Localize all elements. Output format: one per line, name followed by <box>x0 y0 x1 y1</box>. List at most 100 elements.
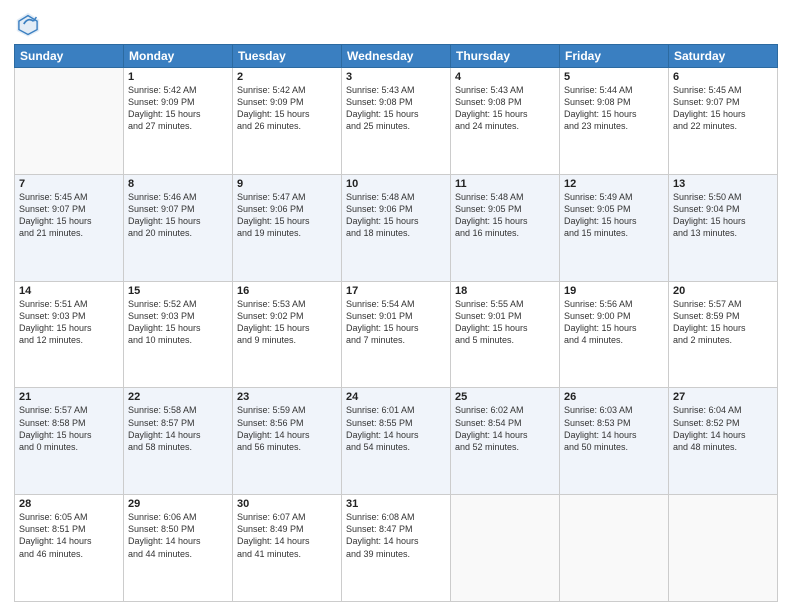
day-number: 20 <box>673 285 773 297</box>
calendar-cell: 25Sunrise: 6:02 AM Sunset: 8:54 PM Dayli… <box>451 388 560 495</box>
day-number: 13 <box>673 178 773 190</box>
day-info: Sunrise: 6:03 AM Sunset: 8:53 PM Dayligh… <box>564 404 664 453</box>
col-header-sunday: Sunday <box>15 45 124 68</box>
day-info: Sunrise: 6:06 AM Sunset: 8:50 PM Dayligh… <box>128 511 228 560</box>
calendar-week-row: 7Sunrise: 5:45 AM Sunset: 9:07 PM Daylig… <box>15 174 778 281</box>
col-header-wednesday: Wednesday <box>342 45 451 68</box>
day-number: 1 <box>128 71 228 83</box>
calendar-cell: 30Sunrise: 6:07 AM Sunset: 8:49 PM Dayli… <box>233 495 342 602</box>
day-number: 21 <box>19 391 119 403</box>
day-number: 7 <box>19 178 119 190</box>
calendar-cell: 4Sunrise: 5:43 AM Sunset: 9:08 PM Daylig… <box>451 68 560 175</box>
calendar-week-row: 21Sunrise: 5:57 AM Sunset: 8:58 PM Dayli… <box>15 388 778 495</box>
day-info: Sunrise: 5:52 AM Sunset: 9:03 PM Dayligh… <box>128 298 228 347</box>
day-info: Sunrise: 6:04 AM Sunset: 8:52 PM Dayligh… <box>673 404 773 453</box>
day-number: 5 <box>564 71 664 83</box>
day-number: 18 <box>455 285 555 297</box>
day-number: 25 <box>455 391 555 403</box>
day-number: 8 <box>128 178 228 190</box>
col-header-thursday: Thursday <box>451 45 560 68</box>
calendar-cell: 16Sunrise: 5:53 AM Sunset: 9:02 PM Dayli… <box>233 281 342 388</box>
day-number: 2 <box>237 71 337 83</box>
header <box>14 10 778 38</box>
calendar-week-row: 14Sunrise: 5:51 AM Sunset: 9:03 PM Dayli… <box>15 281 778 388</box>
logo-icon <box>14 10 42 38</box>
day-info: Sunrise: 5:42 AM Sunset: 9:09 PM Dayligh… <box>128 84 228 133</box>
day-number: 26 <box>564 391 664 403</box>
calendar-cell: 2Sunrise: 5:42 AM Sunset: 9:09 PM Daylig… <box>233 68 342 175</box>
day-number: 4 <box>455 71 555 83</box>
col-header-saturday: Saturday <box>669 45 778 68</box>
calendar-cell: 5Sunrise: 5:44 AM Sunset: 9:08 PM Daylig… <box>560 68 669 175</box>
day-info: Sunrise: 5:50 AM Sunset: 9:04 PM Dayligh… <box>673 191 773 240</box>
day-number: 14 <box>19 285 119 297</box>
calendar-cell: 28Sunrise: 6:05 AM Sunset: 8:51 PM Dayli… <box>15 495 124 602</box>
calendar-cell: 22Sunrise: 5:58 AM Sunset: 8:57 PM Dayli… <box>124 388 233 495</box>
day-info: Sunrise: 6:05 AM Sunset: 8:51 PM Dayligh… <box>19 511 119 560</box>
calendar-cell: 9Sunrise: 5:47 AM Sunset: 9:06 PM Daylig… <box>233 174 342 281</box>
calendar-cell: 23Sunrise: 5:59 AM Sunset: 8:56 PM Dayli… <box>233 388 342 495</box>
day-info: Sunrise: 5:44 AM Sunset: 9:08 PM Dayligh… <box>564 84 664 133</box>
calendar-cell: 3Sunrise: 5:43 AM Sunset: 9:08 PM Daylig… <box>342 68 451 175</box>
calendar-week-row: 1Sunrise: 5:42 AM Sunset: 9:09 PM Daylig… <box>15 68 778 175</box>
day-info: Sunrise: 6:02 AM Sunset: 8:54 PM Dayligh… <box>455 404 555 453</box>
calendar-week-row: 28Sunrise: 6:05 AM Sunset: 8:51 PM Dayli… <box>15 495 778 602</box>
day-number: 12 <box>564 178 664 190</box>
day-info: Sunrise: 5:48 AM Sunset: 9:06 PM Dayligh… <box>346 191 446 240</box>
day-info: Sunrise: 5:47 AM Sunset: 9:06 PM Dayligh… <box>237 191 337 240</box>
day-number: 15 <box>128 285 228 297</box>
day-info: Sunrise: 5:58 AM Sunset: 8:57 PM Dayligh… <box>128 404 228 453</box>
day-number: 17 <box>346 285 446 297</box>
calendar-cell: 7Sunrise: 5:45 AM Sunset: 9:07 PM Daylig… <box>15 174 124 281</box>
calendar-cell: 21Sunrise: 5:57 AM Sunset: 8:58 PM Dayli… <box>15 388 124 495</box>
calendar-cell: 1Sunrise: 5:42 AM Sunset: 9:09 PM Daylig… <box>124 68 233 175</box>
calendar-cell <box>451 495 560 602</box>
day-info: Sunrise: 6:01 AM Sunset: 8:55 PM Dayligh… <box>346 404 446 453</box>
day-info: Sunrise: 5:49 AM Sunset: 9:05 PM Dayligh… <box>564 191 664 240</box>
calendar-cell: 11Sunrise: 5:48 AM Sunset: 9:05 PM Dayli… <box>451 174 560 281</box>
day-number: 9 <box>237 178 337 190</box>
day-info: Sunrise: 5:56 AM Sunset: 9:00 PM Dayligh… <box>564 298 664 347</box>
calendar-cell: 24Sunrise: 6:01 AM Sunset: 8:55 PM Dayli… <box>342 388 451 495</box>
day-info: Sunrise: 5:45 AM Sunset: 9:07 PM Dayligh… <box>19 191 119 240</box>
day-number: 3 <box>346 71 446 83</box>
day-number: 19 <box>564 285 664 297</box>
day-number: 23 <box>237 391 337 403</box>
col-header-tuesday: Tuesday <box>233 45 342 68</box>
day-number: 16 <box>237 285 337 297</box>
day-info: Sunrise: 5:45 AM Sunset: 9:07 PM Dayligh… <box>673 84 773 133</box>
calendar-cell <box>560 495 669 602</box>
day-info: Sunrise: 5:55 AM Sunset: 9:01 PM Dayligh… <box>455 298 555 347</box>
day-info: Sunrise: 5:59 AM Sunset: 8:56 PM Dayligh… <box>237 404 337 453</box>
calendar-cell: 8Sunrise: 5:46 AM Sunset: 9:07 PM Daylig… <box>124 174 233 281</box>
col-header-friday: Friday <box>560 45 669 68</box>
calendar-cell <box>15 68 124 175</box>
day-info: Sunrise: 5:57 AM Sunset: 8:59 PM Dayligh… <box>673 298 773 347</box>
calendar-cell: 6Sunrise: 5:45 AM Sunset: 9:07 PM Daylig… <box>669 68 778 175</box>
day-number: 28 <box>19 498 119 510</box>
day-info: Sunrise: 6:07 AM Sunset: 8:49 PM Dayligh… <box>237 511 337 560</box>
calendar-cell: 26Sunrise: 6:03 AM Sunset: 8:53 PM Dayli… <box>560 388 669 495</box>
day-info: Sunrise: 5:57 AM Sunset: 8:58 PM Dayligh… <box>19 404 119 453</box>
calendar-cell: 15Sunrise: 5:52 AM Sunset: 9:03 PM Dayli… <box>124 281 233 388</box>
calendar-cell: 19Sunrise: 5:56 AM Sunset: 9:00 PM Dayli… <box>560 281 669 388</box>
calendar-header-row: SundayMondayTuesdayWednesdayThursdayFrid… <box>15 45 778 68</box>
day-number: 24 <box>346 391 446 403</box>
day-number: 27 <box>673 391 773 403</box>
calendar-cell: 17Sunrise: 5:54 AM Sunset: 9:01 PM Dayli… <box>342 281 451 388</box>
calendar-cell: 27Sunrise: 6:04 AM Sunset: 8:52 PM Dayli… <box>669 388 778 495</box>
logo <box>14 10 46 38</box>
calendar-cell: 10Sunrise: 5:48 AM Sunset: 9:06 PM Dayli… <box>342 174 451 281</box>
calendar-cell: 20Sunrise: 5:57 AM Sunset: 8:59 PM Dayli… <box>669 281 778 388</box>
day-number: 29 <box>128 498 228 510</box>
day-info: Sunrise: 5:53 AM Sunset: 9:02 PM Dayligh… <box>237 298 337 347</box>
calendar-cell: 31Sunrise: 6:08 AM Sunset: 8:47 PM Dayli… <box>342 495 451 602</box>
day-number: 11 <box>455 178 555 190</box>
calendar-cell: 13Sunrise: 5:50 AM Sunset: 9:04 PM Dayli… <box>669 174 778 281</box>
calendar-cell: 29Sunrise: 6:06 AM Sunset: 8:50 PM Dayli… <box>124 495 233 602</box>
day-number: 6 <box>673 71 773 83</box>
day-info: Sunrise: 5:43 AM Sunset: 9:08 PM Dayligh… <box>455 84 555 133</box>
day-info: Sunrise: 5:42 AM Sunset: 9:09 PM Dayligh… <box>237 84 337 133</box>
calendar-cell <box>669 495 778 602</box>
day-info: Sunrise: 6:08 AM Sunset: 8:47 PM Dayligh… <box>346 511 446 560</box>
